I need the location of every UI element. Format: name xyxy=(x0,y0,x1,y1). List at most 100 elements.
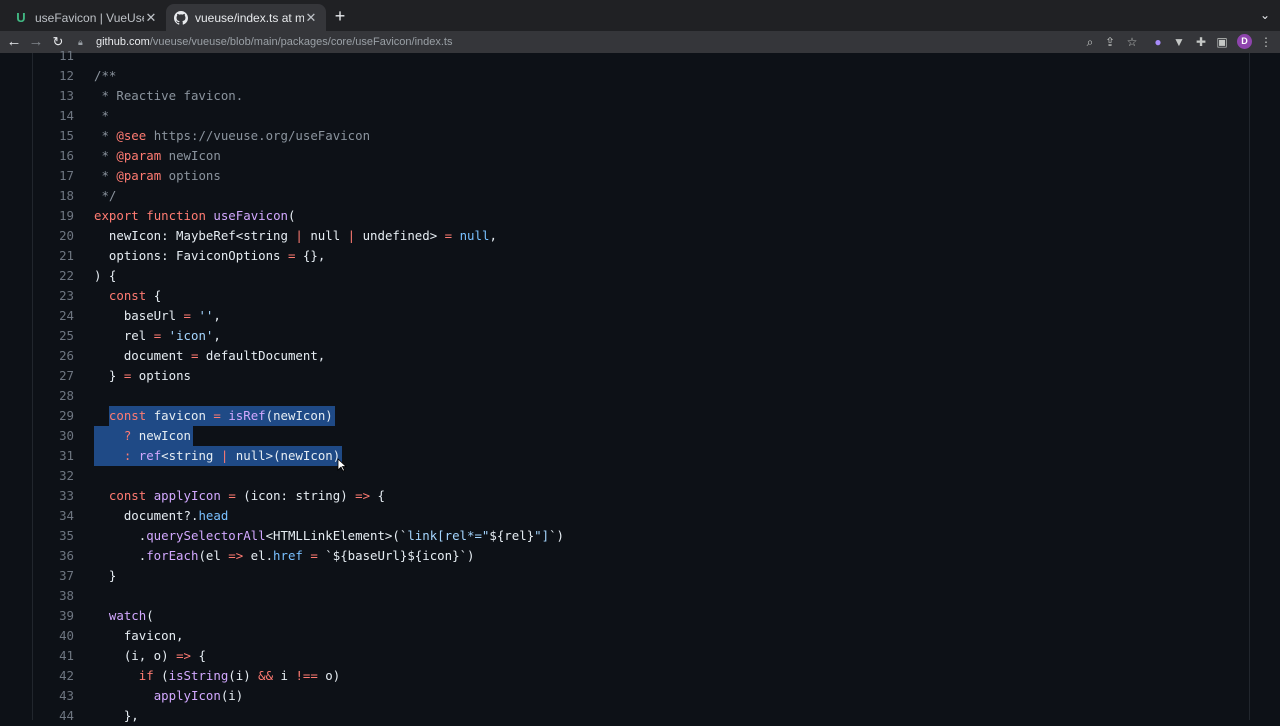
code-token: { xyxy=(190,648,206,663)
code-token: if xyxy=(138,668,154,683)
code-token: "] xyxy=(534,528,550,543)
line-number[interactable]: 18 xyxy=(33,186,74,206)
line-number[interactable]: 39 xyxy=(33,606,74,626)
line-number[interactable]: 20 xyxy=(33,226,74,246)
line-number[interactable]: 28 xyxy=(33,386,74,406)
code-token: useFavicon xyxy=(213,208,288,223)
line-number[interactable]: 43 xyxy=(33,686,74,706)
line-number[interactable]: 24 xyxy=(33,306,74,326)
code-line: 14 * xyxy=(33,106,1233,126)
code-token: '' xyxy=(198,308,214,323)
code-token: options xyxy=(131,368,191,383)
close-tab-icon[interactable]: ✕ xyxy=(304,10,318,25)
line-content: ) { xyxy=(94,266,116,286)
code-token: const xyxy=(108,488,147,503)
line-number[interactable]: 37 xyxy=(33,566,74,586)
line-content: ? newIcon xyxy=(94,426,191,446)
code-token: => xyxy=(176,648,191,663)
code-line: 18 */ xyxy=(33,186,1233,206)
line-number[interactable]: 38 xyxy=(33,586,74,606)
line-number[interactable]: 27 xyxy=(33,366,74,386)
line-number[interactable]: 40 xyxy=(33,626,74,646)
code-line: 26 document = defaultDocument, xyxy=(33,346,1233,366)
code-line: 33 const applyIcon = (icon: string) => { xyxy=(33,486,1233,506)
line-number[interactable]: 22 xyxy=(33,266,74,286)
line-number[interactable]: 34 xyxy=(33,506,74,526)
code-token: querySelectorAll xyxy=(146,528,266,543)
back-arrow-icon[interactable]: ← xyxy=(4,32,24,52)
code-token: (i) xyxy=(220,688,244,703)
line-content: const favicon = isRef(newIcon) xyxy=(94,406,333,426)
line-content: */ xyxy=(94,186,116,206)
code-token: export xyxy=(94,208,139,223)
code-line: 22 ) { xyxy=(33,266,1233,286)
code-token: */ xyxy=(94,188,117,203)
tab-usefavicon-vueuse[interactable]: U useFavicon | VueUse ✕ xyxy=(6,4,166,31)
line-number[interactable]: 26 xyxy=(33,346,74,366)
code-line: 27 } = options xyxy=(33,366,1233,386)
line-number[interactable]: 35 xyxy=(33,526,74,546)
code-token: , xyxy=(489,228,497,243)
line-number[interactable]: 14 xyxy=(33,106,74,126)
line-number[interactable]: 17 xyxy=(33,166,74,186)
code-token: <HTMLLinkElement>(` xyxy=(265,528,408,543)
code-token: const xyxy=(108,288,147,303)
line-number[interactable]: 32 xyxy=(33,466,74,486)
line-number[interactable]: 11 xyxy=(33,46,74,66)
line-number[interactable]: 16 xyxy=(33,146,74,166)
code-line: 39 watch( xyxy=(33,606,1233,626)
code-line: 36 .forEach(el => el.href = `${baseUrl}$… xyxy=(33,546,1233,566)
line-content: favicon, xyxy=(94,626,184,646)
code-token: `) xyxy=(549,528,564,543)
line-number[interactable]: 33 xyxy=(33,486,74,506)
github-logo-icon xyxy=(174,10,188,25)
code-token: 'icon' xyxy=(168,328,214,343)
line-content: * xyxy=(94,106,108,126)
code-line: 13 * Reactive favicon. xyxy=(33,86,1233,106)
line-content: /** xyxy=(94,66,116,86)
line-number[interactable]: 36 xyxy=(33,546,74,566)
code-token: const xyxy=(108,408,147,423)
tab-title: vueuse/index.ts at main · vueuse/vueuse xyxy=(195,10,304,25)
line-number[interactable]: 12 xyxy=(33,66,74,86)
line-number[interactable]: 15 xyxy=(33,126,74,146)
line-number[interactable]: 19 xyxy=(33,206,74,226)
line-number[interactable]: 41 xyxy=(33,646,74,666)
tab-search-chevron-icon[interactable]: ⌄ xyxy=(1260,8,1270,22)
code-token: baseUrl xyxy=(94,308,184,323)
line-number[interactable]: 42 xyxy=(33,666,74,686)
code-token: * Reactive favicon. xyxy=(94,88,244,103)
line-number[interactable]: 31 xyxy=(33,446,74,466)
code-token: }, xyxy=(94,708,139,723)
code-token: document xyxy=(94,348,191,363)
line-number[interactable]: 21 xyxy=(33,246,74,266)
line-number[interactable]: 25 xyxy=(33,326,74,346)
code-token: . xyxy=(94,548,147,563)
more-menu-icon[interactable]: ⋮ xyxy=(1258,33,1274,51)
line-content: .querySelectorAll<HTMLLinkElement>(`link… xyxy=(94,526,564,546)
tab-github-index-ts[interactable]: vueuse/index.ts at main · vueuse/vueuse … xyxy=(166,4,326,31)
code-token: (newIcon) xyxy=(265,408,333,423)
line-number[interactable]: 30 xyxy=(33,426,74,446)
avatar[interactable]: D xyxy=(1237,34,1252,49)
line-number[interactable]: 44 xyxy=(33,706,74,726)
code-line: 23 const { xyxy=(33,286,1233,306)
code-token: * xyxy=(94,148,117,163)
code-token: <string xyxy=(161,448,221,463)
code-token: watch xyxy=(108,608,147,623)
line-number[interactable]: 13 xyxy=(33,86,74,106)
close-tab-icon[interactable]: ✕ xyxy=(144,10,158,25)
code-token: o) xyxy=(317,668,341,683)
code-token: (i, o) xyxy=(94,648,177,663)
line-number[interactable]: 29 xyxy=(33,406,74,426)
code-token: | xyxy=(347,228,356,243)
new-tab-button[interactable]: + xyxy=(331,7,349,25)
line-number[interactable]: 23 xyxy=(33,286,74,306)
